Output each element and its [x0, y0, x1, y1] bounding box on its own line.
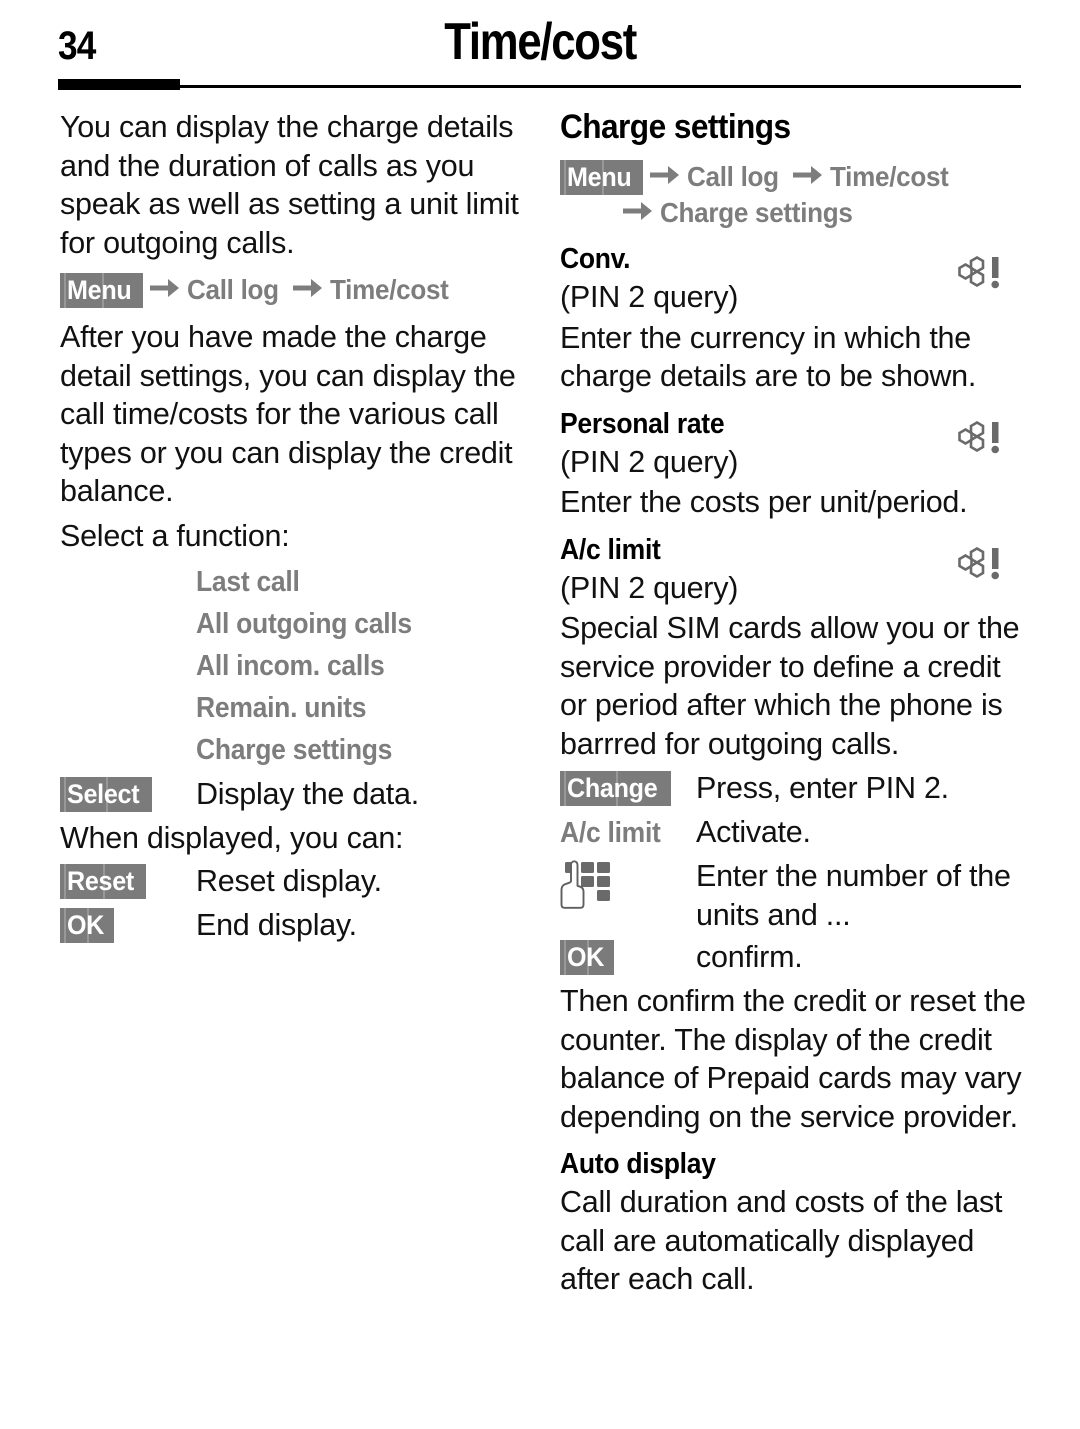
ac-limit-closing: Then confirm the credit or reset the cou…	[560, 984, 1026, 1134]
change-description: Press, enter PIN 2.	[696, 771, 949, 806]
row-ok-confirm: OK confirm.	[560, 938, 1030, 978]
select-function-label: Select a function:	[60, 518, 290, 553]
row-keypad-entry: Enter the number of the units and ...	[560, 857, 1030, 934]
reset-softkey[interactable]: Reset	[60, 863, 147, 899]
navpath-step3: Charge settings	[660, 197, 853, 229]
manual-page: 34 Time/cost You can display the charge …	[0, 0, 1080, 1429]
sim-card-dependent-icon	[948, 253, 1006, 295]
navpath-step1: Call log	[187, 274, 280, 305]
arrow-right-icon	[293, 277, 323, 299]
ac-limit-option-label[interactable]: A/c limit	[560, 813, 696, 851]
after-settings-paragraph: After you have made the charge detail se…	[60, 320, 516, 509]
change-key-cell: Change	[560, 769, 696, 807]
auto-display-heading: Auto display	[560, 1148, 716, 1181]
select-description: Display the data.	[196, 777, 419, 812]
conv-body: Enter the currency in which the charge d…	[560, 320, 977, 394]
ok-softkey[interactable]: OK	[60, 907, 114, 943]
navpath-step2: Time/cost	[330, 274, 449, 305]
keypad-key-cell	[560, 857, 696, 911]
option-charge-settings[interactable]: Charge settings	[60, 729, 530, 771]
ok-key-cell: OK	[560, 938, 696, 976]
row-reset: Reset Reset display.	[60, 862, 530, 902]
reset-description: Reset display.	[196, 863, 382, 898]
navpath-right: Menu Call log Time/cost Charge settings	[560, 159, 1030, 231]
arrow-right-icon	[623, 200, 653, 222]
ok-softkey[interactable]: OK	[560, 940, 614, 976]
arrow-right-icon	[793, 164, 823, 186]
function-option-list: Last call All outgoing calls All incom. …	[60, 561, 530, 771]
header-rule-thin	[58, 85, 1021, 88]
change-softkey[interactable]: Change	[560, 771, 672, 807]
option-all-incoming-calls[interactable]: All incom. calls	[60, 645, 530, 687]
navpath-step2: Time/cost	[830, 161, 949, 192]
ok-key-cell: OK	[60, 906, 196, 943]
menu-softkey[interactable]: Menu	[560, 159, 644, 195]
row-select: Select Display the data.	[60, 775, 530, 815]
row-ac-limit-activate: A/c limit Activate.	[560, 813, 1030, 853]
page-title: Time/cost	[0, 12, 1080, 72]
select-key-cell: Select	[60, 775, 196, 813]
select-softkey[interactable]: Select	[60, 777, 152, 813]
row-ok: OK End display.	[60, 906, 530, 946]
auto-display-body: Call duration and costs of the last call…	[560, 1185, 1003, 1297]
personal-rate-block: Personal rate	[560, 408, 1030, 454]
option-remaining-units[interactable]: Remain. units	[60, 687, 530, 729]
option-all-outgoing-calls[interactable]: All outgoing calls	[60, 603, 530, 645]
ac-limit-body: Special SIM cards allow you or the servi…	[560, 611, 1020, 761]
page-header: 34 Time/cost	[0, 0, 1080, 92]
arrow-right-icon	[150, 277, 180, 299]
header-rule-thick	[58, 79, 180, 90]
left-column: You can display the charge details and t…	[60, 108, 530, 950]
navpath-right-line2: Charge settings	[560, 195, 1030, 231]
sim-card-dependent-icon	[948, 418, 1006, 460]
navpath-left: Menu Call log Time/cost	[60, 272, 530, 308]
menu-softkey[interactable]: Menu	[60, 272, 144, 308]
when-displayed-label: When displayed, you can:	[60, 821, 404, 856]
ok-description: End display.	[196, 907, 357, 942]
ac-limit-block: A/c limit	[560, 534, 1030, 580]
right-column: Charge settings Menu Call log Time/cost Ch…	[560, 108, 1030, 1305]
sim-card-dependent-icon	[948, 544, 1006, 586]
personal-rate-body: Enter the costs per unit/period.	[560, 485, 968, 520]
ac-limit-activate-description: Activate.	[696, 815, 811, 850]
keypad-entry-description: Enter the number of the units and ...	[696, 859, 1011, 932]
intro-paragraph: You can display the charge details and t…	[60, 110, 519, 260]
conv-block: Conv.	[560, 243, 1030, 289]
row-change: Change Press, enter PIN 2.	[560, 769, 1030, 809]
charge-settings-heading: Charge settings	[560, 108, 791, 146]
arrow-right-icon	[650, 164, 680, 186]
option-last-call[interactable]: Last call	[60, 561, 530, 603]
page-title-text: Time/cost	[444, 13, 637, 71]
navpath-step1: Call log	[687, 161, 780, 192]
reset-key-cell: Reset	[60, 862, 196, 899]
ok-confirm-description: confirm.	[696, 940, 803, 975]
keypad-entry-icon	[560, 859, 616, 911]
navpath-right-line1: Menu Call log Time/cost	[560, 159, 1030, 195]
